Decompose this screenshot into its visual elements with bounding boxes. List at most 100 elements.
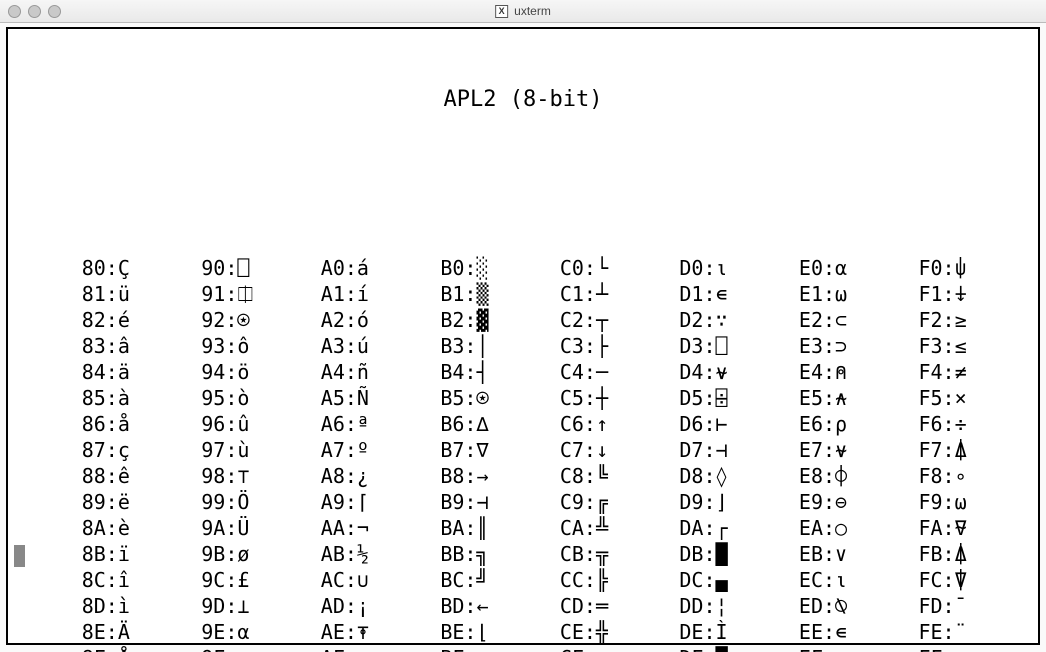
char-cell: 84:ä bbox=[82, 359, 202, 385]
char-glyph: ≥ bbox=[955, 307, 967, 333]
char-cell: E4:⍝ bbox=[799, 359, 919, 385]
char-cell: D1:∊ bbox=[679, 281, 799, 307]
char-glyph: ⊃ bbox=[835, 333, 847, 359]
terminal-body[interactable]: APL2 (8-bit) 80:Ç90:⎕A0:áB0:░C0:└D0:⍳E0:… bbox=[6, 27, 1040, 645]
char-glyph: ╦ bbox=[596, 541, 608, 567]
char-glyph: û bbox=[237, 411, 249, 437]
char-glyph: ╗ bbox=[476, 541, 488, 567]
char-cell: BD:← bbox=[440, 593, 560, 619]
char-cell: BB:╗ bbox=[440, 541, 560, 567]
close-icon[interactable] bbox=[8, 5, 21, 18]
char-glyph: ⍖ bbox=[955, 281, 967, 307]
char-glyph: á bbox=[357, 255, 369, 281]
char-glyph: ╝ bbox=[476, 567, 488, 593]
hex-code: CC: bbox=[560, 567, 596, 593]
char-cell: D6:⊢ bbox=[679, 411, 799, 437]
hex-code: 89: bbox=[82, 489, 118, 515]
char-glyph: ⍝ bbox=[835, 359, 847, 385]
window-controls[interactable] bbox=[8, 5, 61, 18]
hex-code: E4: bbox=[799, 359, 835, 385]
char-cell: EB:∨ bbox=[799, 541, 919, 567]
char-row: 81:ü91:⎅A1:íB1:▒C1:┴D1:∊E1:⍵F1:⍖ bbox=[8, 281, 1038, 307]
hex-code: A9: bbox=[321, 489, 357, 515]
char-glyph: └ bbox=[596, 255, 608, 281]
char-cell: C6:↑ bbox=[560, 411, 680, 437]
char-cell: B9:⊣ bbox=[440, 489, 560, 515]
hex-code: D4: bbox=[679, 359, 715, 385]
char-glyph: × bbox=[955, 385, 967, 411]
char-glyph: ¡ bbox=[357, 593, 369, 619]
char-glyph: Ö bbox=[237, 489, 249, 515]
char-glyph: ø bbox=[237, 541, 249, 567]
char-glyph: ⍦ bbox=[955, 255, 967, 281]
hex-code: C1: bbox=[560, 281, 596, 307]
hex-code: C0: bbox=[560, 255, 596, 281]
char-glyph: ü bbox=[118, 281, 130, 307]
hex-code: A3: bbox=[321, 333, 357, 359]
char-cell: 9D:⊥ bbox=[201, 593, 321, 619]
hex-code: D3: bbox=[679, 333, 715, 359]
char-cell: 8A:è bbox=[82, 515, 202, 541]
hex-code: 90: bbox=[201, 255, 237, 281]
char-glyph: í bbox=[357, 281, 369, 307]
hex-code: F7: bbox=[918, 437, 954, 463]
char-cell: 94:ö bbox=[201, 359, 321, 385]
hex-code: 85: bbox=[82, 385, 118, 411]
hex-code: 9F: bbox=[201, 645, 237, 652]
hex-code: A5: bbox=[321, 385, 357, 411]
char-cell: DF:▀ bbox=[679, 645, 799, 652]
char-cell: AB:½ bbox=[321, 541, 441, 567]
hex-code: E1: bbox=[799, 281, 835, 307]
char-cell: EC:⍳ bbox=[799, 567, 919, 593]
hex-code: AD: bbox=[321, 593, 357, 619]
hex-code: D1: bbox=[679, 281, 715, 307]
char-glyph: Ü bbox=[237, 515, 249, 541]
char-glyph: ∊ bbox=[716, 281, 728, 307]
char-cell: D9:⌋ bbox=[679, 489, 799, 515]
char-cell: 85:à bbox=[82, 385, 202, 411]
char-glyph: ⍫ bbox=[955, 515, 967, 541]
char-cell: D7:⊣ bbox=[679, 437, 799, 463]
hex-code: C6: bbox=[560, 411, 596, 437]
char-glyph: ⍎ bbox=[357, 645, 369, 652]
hex-code: D7: bbox=[679, 437, 715, 463]
char-cell: ED:⍉ bbox=[799, 593, 919, 619]
char-cell: 9B:ø bbox=[201, 541, 321, 567]
char-glyph: î bbox=[118, 567, 130, 593]
char-row: 8E:Ä9E:⍺AE:⍕BE:⌊CE:╬DE:ÌEE:∊FE:¨ bbox=[8, 619, 1038, 645]
char-row: 88:ê98:⊤A8:¿B8:→C8:╚D8:◊E8:⌽F8:∘ bbox=[8, 463, 1038, 489]
char-cell: E3:⊃ bbox=[799, 333, 919, 359]
window-title: X uxterm bbox=[495, 4, 551, 18]
char-glyph: ç bbox=[118, 437, 130, 463]
terminal-cursor bbox=[14, 545, 25, 567]
char-cell: DC:▄ bbox=[679, 567, 799, 593]
hex-code: F9: bbox=[918, 489, 954, 515]
char-cell: B2:▓ bbox=[440, 307, 560, 333]
hex-code: 8E: bbox=[82, 619, 118, 645]
hex-code: DD: bbox=[679, 593, 715, 619]
hex-code: EE: bbox=[799, 619, 835, 645]
char-cell: 89:ë bbox=[82, 489, 202, 515]
zoom-icon[interactable] bbox=[48, 5, 61, 18]
hex-code: 84: bbox=[82, 359, 118, 385]
hex-code: D2: bbox=[679, 307, 715, 333]
char-cell: 93:ô bbox=[201, 333, 321, 359]
char-glyph: ∊ bbox=[835, 619, 847, 645]
char-cell: E1:⍵ bbox=[799, 281, 919, 307]
hex-code: C7: bbox=[560, 437, 596, 463]
hex-code: B2: bbox=[440, 307, 476, 333]
char-cell: E9:⊖ bbox=[799, 489, 919, 515]
char-cell: C0:└ bbox=[560, 255, 680, 281]
char-cell: B7:∇ bbox=[440, 437, 560, 463]
char-cell: 9C:£ bbox=[201, 567, 321, 593]
char-glyph: ρ bbox=[835, 411, 847, 437]
char-cell: 9E:⍺ bbox=[201, 619, 321, 645]
hex-code: 86: bbox=[82, 411, 118, 437]
minimize-icon[interactable] bbox=[28, 5, 41, 18]
char-cell: FF: bbox=[918, 645, 1038, 652]
char-cell: B8:→ bbox=[440, 463, 560, 489]
hex-code: 93: bbox=[201, 333, 237, 359]
char-glyph: ½ bbox=[357, 541, 369, 567]
char-cell: 81:ü bbox=[82, 281, 202, 307]
hex-code: ED: bbox=[799, 593, 835, 619]
